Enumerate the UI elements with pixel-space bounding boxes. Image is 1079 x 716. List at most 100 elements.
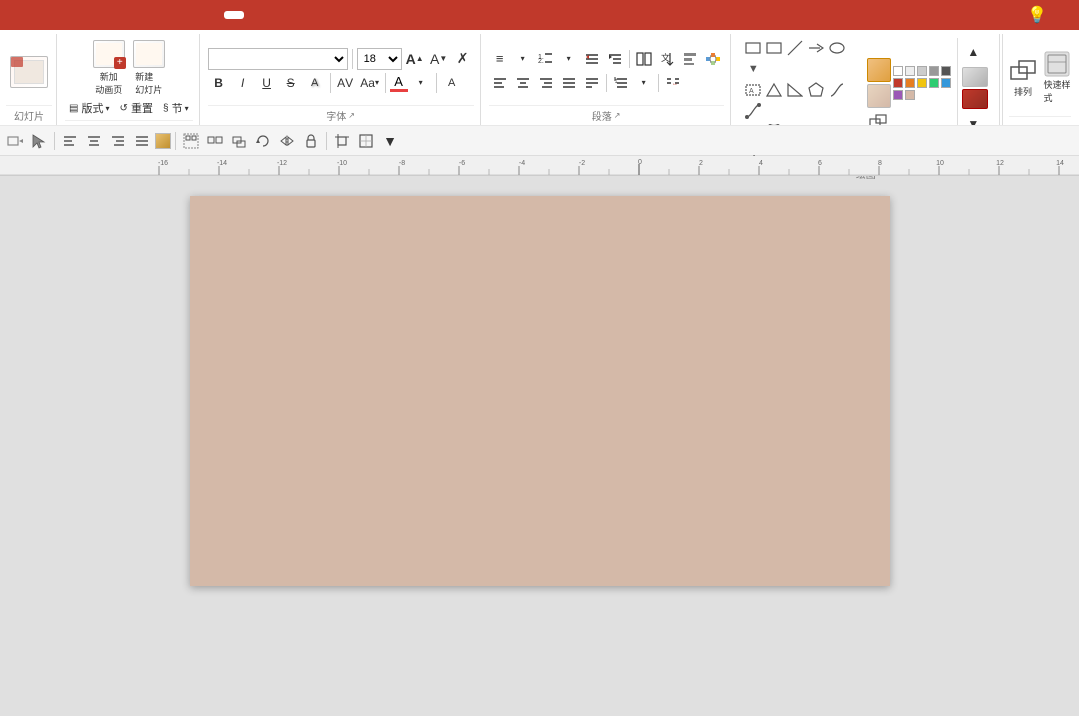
quick-fliph-btn[interactable] — [276, 130, 298, 152]
shape-connector[interactable] — [827, 80, 847, 100]
align-text-btn[interactable] — [679, 48, 701, 70]
menu-review[interactable] — [144, 11, 164, 19]
color-purple[interactable] — [893, 90, 903, 100]
color-yellow[interactable] — [917, 78, 927, 88]
menu-design[interactable] — [44, 11, 64, 19]
color-lt-gray[interactable] — [905, 66, 915, 76]
char-spacing-btn[interactable]: AV — [335, 72, 357, 94]
layout-btn[interactable]: ▤ 版式▾ — [65, 98, 114, 118]
grow-font-btn[interactable]: A▲ — [404, 48, 426, 70]
align-left-btn[interactable] — [489, 72, 511, 94]
color-white[interactable] — [893, 66, 903, 76]
change-case-btn[interactable]: Aa▾ — [359, 72, 381, 94]
subscript-superscript-btn[interactable]: A — [441, 72, 463, 94]
quick-color-indicator[interactable] — [155, 133, 171, 149]
slide-canvas[interactable] — [190, 196, 890, 586]
shape-triangle[interactable] — [764, 80, 784, 100]
italic-btn[interactable]: I — [232, 72, 254, 94]
color-green[interactable] — [929, 78, 939, 88]
quick-distribute[interactable] — [131, 130, 153, 152]
section-btn[interactable]: § 节▾ — [159, 98, 193, 118]
line-spacing-btn[interactable]: ↕ — [610, 72, 632, 94]
col-count-btn[interactable] — [633, 48, 655, 70]
menu-search[interactable] — [1055, 11, 1075, 19]
menu-insert[interactable] — [4, 11, 24, 19]
shape-ellipse[interactable] — [827, 38, 847, 58]
justify-btn[interactable] — [558, 72, 580, 94]
line-spacing-arrow[interactable]: ▾ — [633, 72, 655, 94]
color-orange[interactable] — [905, 78, 915, 88]
numbering-btn[interactable]: 1.2. — [535, 48, 557, 70]
shape-textbox[interactable]: A — [743, 80, 763, 100]
col-spacing-btn[interactable]: ↔ — [662, 72, 684, 94]
menu-pocket-animation[interactable] — [104, 11, 124, 19]
quick-align-center[interactable] — [83, 130, 105, 152]
text-direction-btn[interactable]: 文 — [656, 48, 678, 70]
quick-crop-btn[interactable] — [331, 130, 353, 152]
font-name-select[interactable] — [208, 48, 348, 70]
quick-shape-select[interactable] — [4, 130, 26, 152]
quick-style-1[interactable] — [962, 67, 988, 87]
arrange-large-btn[interactable]: 排列 — [1009, 57, 1037, 98]
quick-size-pos-btn[interactable] — [355, 130, 377, 152]
color-charcoal[interactable] — [941, 66, 951, 76]
quick-reorder-btn[interactable] — [228, 130, 250, 152]
menu-view[interactable] — [164, 11, 184, 19]
shape-rtriangle[interactable] — [785, 80, 805, 100]
theme-color-orange[interactable] — [867, 58, 891, 82]
shape-arrow-right[interactable] — [806, 38, 826, 58]
quick-cursor[interactable] — [28, 130, 50, 152]
shrink-font-btn[interactable]: A▼ — [428, 48, 450, 70]
quick-lock-btn[interactable] — [300, 130, 322, 152]
align-right-btn[interactable] — [535, 72, 557, 94]
menu-switch[interactable] — [64, 11, 84, 19]
font-size-select[interactable]: 18 — [357, 48, 402, 70]
color-dk-gray[interactable] — [929, 66, 939, 76]
slide-thumbnail-btn[interactable] — [6, 52, 52, 92]
quick-align-left[interactable] — [59, 130, 81, 152]
quick-style-2[interactable] — [962, 89, 988, 109]
bullets-btn[interactable]: ≡ — [489, 48, 511, 70]
shape-rectangle2[interactable] — [764, 38, 784, 58]
shape-line[interactable] — [785, 38, 805, 58]
quickstyle-large-btn[interactable]: 快速样式 — [1043, 50, 1071, 104]
underline-btn[interactable]: U — [256, 72, 278, 94]
increase-indent-btn[interactable] — [604, 48, 626, 70]
menu-animation[interactable] — [84, 11, 104, 19]
strikethrough-btn[interactable]: S — [280, 72, 302, 94]
numbering-arrow[interactable]: ▾ — [558, 48, 580, 70]
justify-low-btn[interactable] — [581, 72, 603, 94]
clear-format-btn[interactable]: ✗ — [452, 48, 474, 70]
smartart-btn[interactable] — [702, 48, 724, 70]
reset-btn[interactable]: ↺ 重置 — [116, 98, 157, 118]
shape-connector2[interactable] — [743, 101, 763, 121]
menu-onekey[interactable] — [224, 11, 244, 19]
color-gray[interactable] — [917, 66, 927, 76]
menu-pdf[interactable] — [204, 11, 224, 19]
theme-color-beige[interactable] — [867, 84, 891, 108]
bold-btn[interactable]: B — [208, 72, 230, 94]
shape-rectangle[interactable] — [743, 38, 763, 58]
shape-pentagon[interactable] — [806, 80, 826, 100]
quick-group-btn[interactable] — [180, 130, 202, 152]
menu-slideshow[interactable] — [124, 11, 144, 19]
quick-align-right[interactable] — [107, 130, 129, 152]
font-color-arrow[interactable]: ▾ — [410, 72, 432, 94]
quick-more-btn[interactable]: ▼ — [379, 130, 401, 152]
color-red[interactable] — [893, 78, 903, 88]
align-center-btn[interactable] — [512, 72, 534, 94]
shape-more[interactable]: ▼ — [743, 59, 763, 79]
decrease-indent-btn[interactable] — [581, 48, 603, 70]
text-shadow-btn[interactable]: A — [304, 72, 326, 94]
new-slide-btn[interactable]: 新建幻灯片 — [131, 38, 167, 98]
quick-style-up[interactable]: ▲ — [962, 41, 984, 63]
font-color-btn[interactable]: A — [390, 74, 408, 92]
color-blue[interactable] — [941, 78, 951, 88]
menu-draw[interactable] — [24, 11, 44, 19]
bullets-arrow[interactable]: ▾ — [512, 48, 534, 70]
quick-rotate-btn[interactable] — [252, 130, 274, 152]
color-tan[interactable] — [905, 90, 915, 100]
new-animation-page-btn[interactable]: + 新加动画页 — [91, 38, 127, 98]
menu-help[interactable] — [184, 11, 204, 19]
quick-ungroup-btn[interactable] — [204, 130, 226, 152]
